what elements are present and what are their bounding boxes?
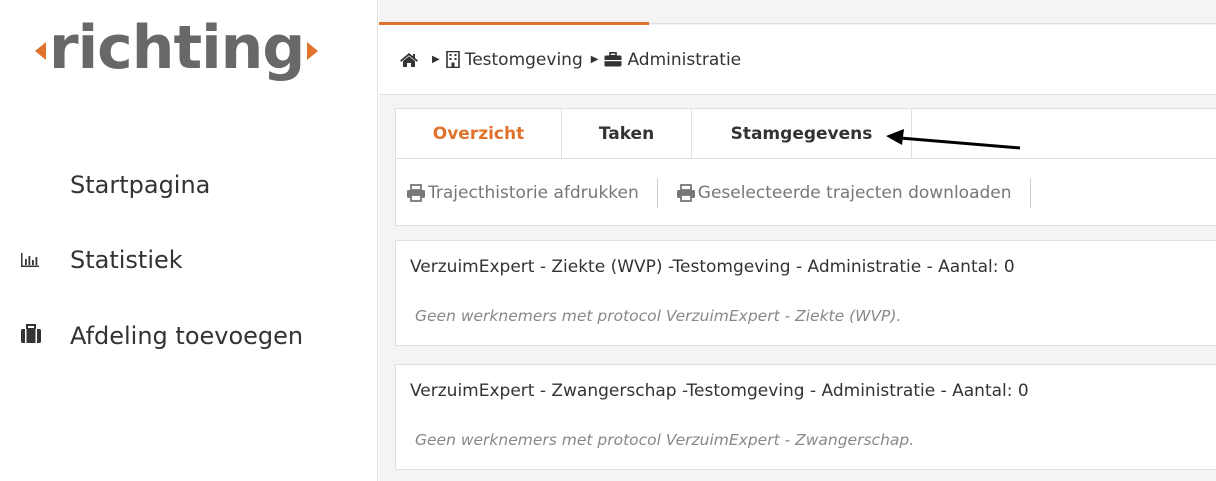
home-icon[interactable] bbox=[399, 52, 419, 68]
bar-chart-icon bbox=[20, 246, 70, 274]
print-history-button[interactable]: Trajecthistorie afdrukken bbox=[406, 183, 639, 203]
breadcrumb: ▶ Testomgeving ▶ Administratie bbox=[379, 25, 1216, 95]
toolbar: Trajecthistorie afdrukken Geselecteerde … bbox=[396, 159, 1216, 227]
tab-stamgegevens[interactable]: Stamgegevens bbox=[692, 109, 912, 159]
breadcrumb-item-administratie[interactable]: Administratie bbox=[627, 50, 741, 70]
sidebar-item-label: Afdeling toevoegen bbox=[70, 322, 304, 350]
breadcrumb-item-testomgeving[interactable]: Testomgeving bbox=[465, 50, 583, 70]
briefcase-icon bbox=[20, 322, 70, 350]
sidebar: richting Startpagina Statistiek Afdeling… bbox=[0, 0, 378, 481]
protocol-empty-message: Geen werknemers met protocol VerzuimExpe… bbox=[415, 307, 902, 325]
download-selected-button[interactable]: Geselecteerde trajecten downloaden bbox=[676, 183, 1012, 203]
briefcase-icon bbox=[604, 52, 622, 67]
sidebar-item-label: Startpagina bbox=[70, 171, 211, 199]
download-selected-label: Geselecteerde trajecten downloaden bbox=[697, 183, 1012, 203]
printer-icon bbox=[406, 184, 426, 202]
logo-left-arrow-icon bbox=[35, 42, 46, 60]
toolbar-divider bbox=[1029, 178, 1031, 208]
protocol-title: VerzuimExpert - Zwangerschap -Testomgevi… bbox=[410, 381, 1029, 401]
tab-bar: Overzicht Taken Stamgegevens bbox=[396, 109, 1216, 159]
main-content: ▶ Testomgeving ▶ Administratie Overzicht… bbox=[379, 0, 1216, 481]
sidebar-item-startpagina[interactable]: Startpagina bbox=[70, 171, 210, 199]
tab-taken[interactable]: Taken bbox=[562, 109, 692, 159]
top-divider bbox=[649, 23, 1216, 24]
protocol-empty-message: Geen werknemers met protocol VerzuimExpe… bbox=[415, 431, 915, 449]
breadcrumb-separator-icon: ▶ bbox=[590, 54, 599, 65]
toolbar-divider bbox=[656, 178, 658, 208]
sidebar-item-afdeling-toevoegen[interactable]: Afdeling toevoegen bbox=[20, 322, 303, 350]
protocol-card: VerzuimExpert - Ziekte (WVP) -Testomgevi… bbox=[395, 240, 1216, 346]
sidebar-item-label: Statistiek bbox=[70, 246, 183, 274]
tab-overzicht[interactable]: Overzicht bbox=[396, 109, 562, 159]
logo-right-arrow-icon bbox=[307, 42, 319, 60]
richting-logo[interactable]: richting bbox=[35, 8, 319, 88]
protocol-title: VerzuimExpert - Ziekte (WVP) -Testomgevi… bbox=[410, 257, 1015, 277]
print-history-label: Trajecthistorie afdrukken bbox=[428, 183, 639, 203]
annotation-arrow-icon bbox=[886, 129, 1021, 150]
breadcrumb-separator-icon: ▶ bbox=[432, 54, 440, 65]
sidebar-item-statistiek[interactable]: Statistiek bbox=[20, 246, 183, 274]
building-icon bbox=[445, 51, 460, 68]
tabs-panel: Overzicht Taken Stamgegevens Trajecthist… bbox=[395, 108, 1216, 226]
printer-icon bbox=[676, 184, 696, 202]
logo-text: richting bbox=[49, 13, 305, 83]
protocol-card: VerzuimExpert - Zwangerschap -Testomgevi… bbox=[395, 364, 1216, 470]
